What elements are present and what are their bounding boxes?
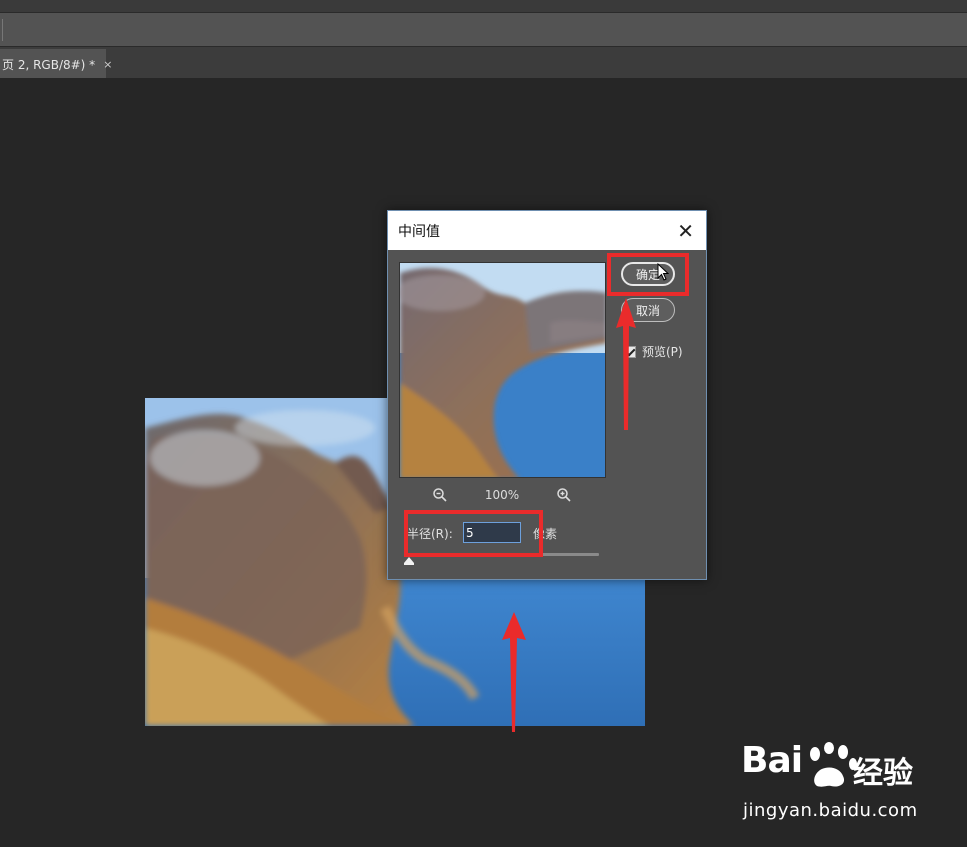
zoom-out-icon[interactable] (432, 487, 448, 503)
baidu-watermark: Bai 经验 jingyan.baidu.com (741, 740, 941, 830)
ok-button-highlight (607, 253, 689, 296)
zoom-level: 100% (484, 488, 520, 502)
watermark-url: jingyan.baidu.com (743, 800, 918, 821)
menu-bar (0, 0, 967, 12)
document-tab[interactable]: 页 2, RGB/8#) * × (0, 49, 112, 79)
document-tab-bar: 页 2, RGB/8#) * × (0, 46, 967, 79)
watermark-brand-prefix: Bai (741, 740, 803, 781)
options-bar (0, 12, 967, 46)
radius-field-highlight (404, 510, 543, 557)
arrow-up-icon (502, 612, 526, 732)
watermark-brand-suffix: 经验 (853, 756, 913, 791)
zoom-in-icon[interactable] (556, 487, 572, 503)
preview-image (400, 263, 605, 477)
photoshop-window: 页 2, RGB/8#) * × 中间值 ✕ 100% 半径(R): 5 像素 … (0, 0, 967, 847)
preview-checkbox-label: 预览(P) (642, 345, 683, 359)
dialog-titlebar: 中间值 ✕ (388, 211, 706, 250)
filter-preview[interactable] (399, 262, 606, 478)
dialog-title: 中间值 (398, 223, 440, 240)
cancel-button-label: 取消 (635, 303, 660, 318)
arrow-up-icon (616, 298, 636, 430)
options-separator (2, 19, 3, 41)
tab-close-icon[interactable]: × (103, 58, 112, 71)
close-icon[interactable]: ✕ (677, 221, 694, 241)
document-tab-title: 页 2, RGB/8#) * (2, 57, 96, 72)
zoom-controls: 100% (432, 485, 572, 505)
radius-slider-thumb[interactable] (404, 557, 414, 565)
